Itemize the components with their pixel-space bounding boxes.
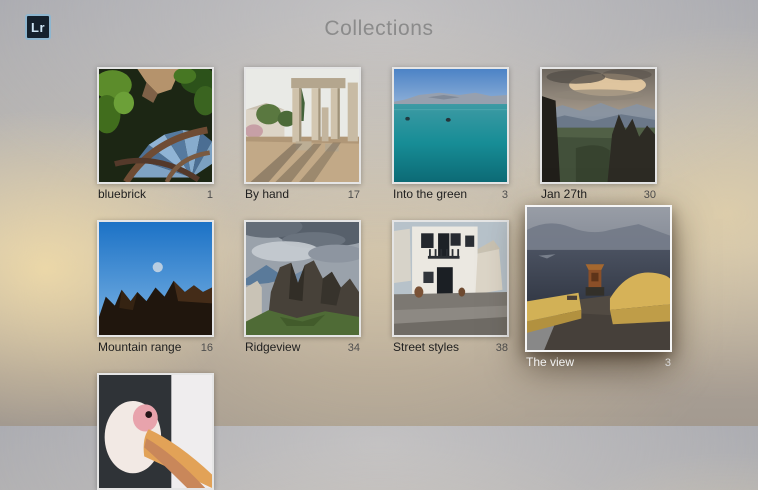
collection-tile-into-the-green[interactable]: Into the green 3	[392, 67, 509, 201]
collection-name: bluebrick	[98, 187, 146, 201]
collection-name: Mountain range	[98, 340, 181, 354]
collection-count: 17	[348, 189, 360, 201]
collection-tile-street-styles[interactable]: Street styles 38	[392, 220, 509, 354]
collection-tile-mountain-range[interactable]: Mountain range 16	[97, 220, 214, 354]
pelican-photo	[97, 373, 214, 490]
collection-count: 16	[201, 342, 213, 354]
collection-tile-the-view-selected[interactable]: The view 3	[525, 205, 672, 369]
collection-tile-bluebrick[interactable]: bluebrick 1	[97, 67, 214, 201]
caldera-view-photo	[525, 205, 672, 352]
teal-sea-photo	[392, 67, 509, 184]
lightroom-collections-screen: { "app": { "logo_text": "Lr" }, "header"…	[0, 0, 758, 426]
collection-name: Ridgeview	[245, 340, 300, 354]
collection-name: Jan 27th	[541, 187, 587, 201]
collection-name: The view	[526, 355, 574, 369]
storm-cliffs-photo	[244, 220, 361, 337]
collection-name: By hand	[245, 187, 289, 201]
spiral-staircase-photo	[97, 67, 214, 184]
collection-name: Into the green	[393, 187, 467, 201]
collection-count: 3	[665, 357, 671, 369]
collection-name: Street styles	[393, 340, 459, 354]
collection-count: 30	[644, 189, 656, 201]
white-building-photo	[392, 220, 509, 337]
collection-tile-jan-27th[interactable]: Jan 27th 30	[540, 67, 657, 201]
collection-count: 38	[496, 342, 508, 354]
rock-formations-photo	[97, 220, 214, 337]
collection-tile-pelican[interactable]	[97, 373, 214, 490]
ancient-ruins-photo	[244, 67, 361, 184]
collection-tile-ridgeview[interactable]: Ridgeview 34	[244, 220, 361, 354]
collection-count: 1	[207, 189, 213, 201]
collection-tile-by-hand[interactable]: By hand 17	[244, 67, 361, 201]
sunset-valley-photo	[540, 67, 657, 184]
page-title: Collections	[0, 17, 758, 41]
collection-count: 34	[348, 342, 360, 354]
collection-count: 3	[502, 189, 508, 201]
